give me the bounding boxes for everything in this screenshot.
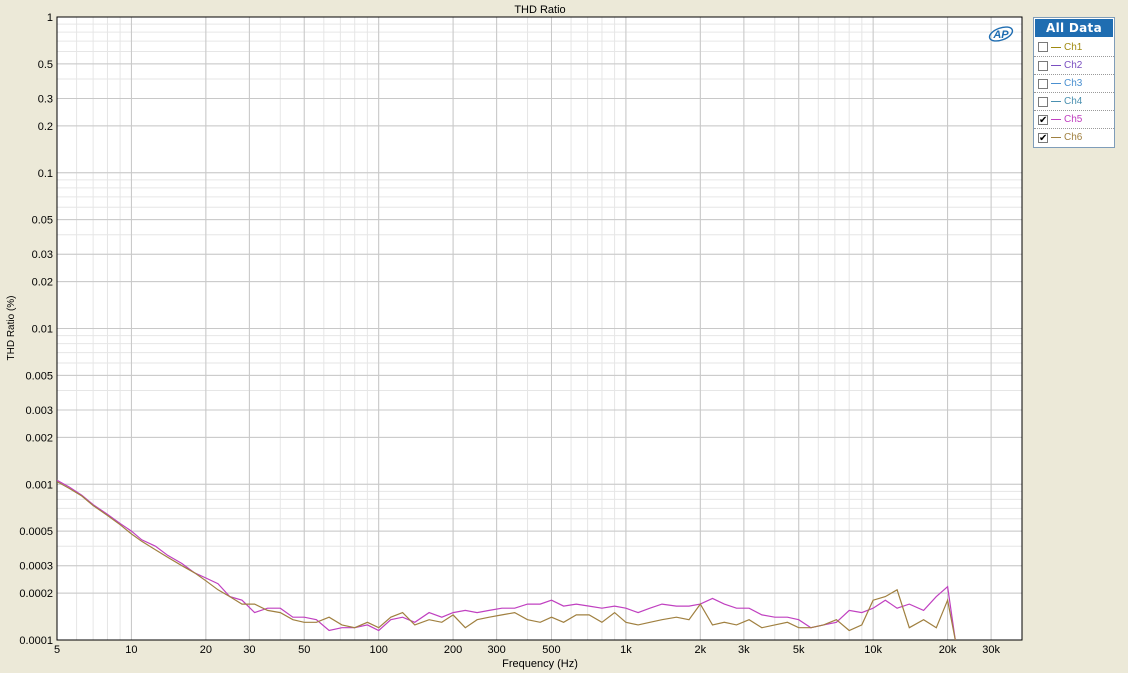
y-tick-label: 0.5 (38, 59, 53, 71)
x-tick-label: 10k (864, 644, 882, 656)
legend-label: Ch2 (1064, 60, 1083, 71)
legend-item-ch4[interactable]: Ch4 (1034, 92, 1114, 110)
legend-swatch (1051, 83, 1061, 84)
legend-label: Ch3 (1064, 78, 1083, 89)
legend-item-ch5[interactable]: ✔ Ch5 (1034, 110, 1114, 128)
legend-checkbox[interactable]: ✔ (1038, 132, 1048, 143)
x-tick-label: 100 (369, 644, 387, 656)
x-tick-label: 10 (125, 644, 137, 656)
x-tick-label: 30 (243, 644, 255, 656)
legend-checkbox[interactable] (1038, 78, 1048, 89)
legend-item-ch6[interactable]: ✔ Ch6 (1034, 128, 1114, 146)
y-tick-label: 0.1 (38, 168, 53, 180)
x-axis-label: Frequency (Hz) (502, 658, 578, 670)
legend-label: Ch6 (1064, 132, 1083, 143)
x-tick-label: 2k (695, 644, 707, 656)
x-tick-label: 20 (200, 644, 212, 656)
y-tick-label: 1 (47, 12, 53, 24)
y-tick-label: 0.3 (38, 93, 53, 105)
legend-item-ch3[interactable]: Ch3 (1034, 74, 1114, 92)
y-axis-ticks: 1 0.5 0.3 0.2 0.1 0.05 0.03 0.02 0.01 0.005 0.003 0… (19, 12, 53, 647)
x-tick-label: 30k (982, 644, 1000, 656)
y-tick-label: 0.0001 (19, 635, 53, 647)
legend-swatch (1051, 137, 1061, 138)
chart-title: THD Ratio (514, 4, 565, 16)
y-tick-label: 0.01 (32, 324, 53, 336)
y-tick-label: 0.0005 (19, 526, 53, 538)
y-tick-label: 0.002 (25, 432, 53, 444)
chart-svg: THD Ratio 5 10 20 30 50 100 200 300 500 1k 2k 3k 5k 1… (6, 4, 1023, 670)
x-tick-label: 1k (620, 644, 632, 656)
y-tick-label: 0.0002 (19, 588, 53, 600)
legend-swatch (1051, 101, 1061, 102)
x-tick-label: 20k (939, 644, 957, 656)
legend-item-ch2[interactable]: Ch2 (1034, 56, 1114, 74)
legend-list: Ch1 Ch2 Ch3 Ch4 ✔ Ch5 ✔ Ch6 (1034, 38, 1114, 146)
legend-label: Ch4 (1064, 96, 1083, 107)
y-tick-label: 0.2 (38, 121, 53, 133)
y-tick-label: 0.0003 (19, 561, 53, 573)
legend-panel: All Data Ch1 Ch2 Ch3 Ch4 ✔ Ch5 ✔ Ch6 (1033, 17, 1115, 148)
legend-swatch (1051, 65, 1061, 66)
y-tick-label: 0.005 (25, 370, 53, 382)
legend-checkbox[interactable] (1038, 60, 1048, 71)
legend-swatch (1051, 119, 1061, 120)
y-tick-label: 0.02 (32, 277, 53, 289)
y-tick-label: 0.03 (32, 249, 53, 261)
legend-checkbox[interactable] (1038, 96, 1048, 107)
x-tick-label: 5k (793, 644, 805, 656)
x-tick-label: 3k (738, 644, 750, 656)
x-tick-label: 50 (298, 644, 310, 656)
legend-checkbox[interactable]: ✔ (1038, 114, 1048, 125)
x-tick-label: 500 (542, 644, 560, 656)
legend-label: Ch5 (1064, 114, 1083, 125)
thd-ratio-chart: THD Ratio 5 10 20 30 50 100 200 300 500 1k 2k 3k 5k 1… (0, 0, 1128, 673)
legend-swatch (1051, 46, 1061, 48)
x-tick-label: 5 (54, 644, 60, 656)
y-tick-label: 0.003 (25, 405, 53, 417)
ap-logo-text: AP (992, 29, 1009, 41)
legend-label: Ch1 (1064, 41, 1083, 53)
x-axis-ticks: 5 10 20 30 50 100 200 300 500 1k 2k 3k 5k 10k 20k 30k (54, 644, 1001, 656)
x-tick-label: 300 (487, 644, 505, 656)
y-axis-label: THD Ratio (%) (6, 295, 17, 360)
legend-item-ch1[interactable]: Ch1 (1034, 38, 1114, 56)
y-tick-label: 0.001 (25, 479, 53, 491)
x-tick-label: 200 (444, 644, 462, 656)
y-tick-label: 0.05 (32, 215, 53, 227)
legend-checkbox[interactable] (1038, 42, 1048, 52)
legend-header-all-data[interactable]: All Data (1035, 19, 1113, 37)
